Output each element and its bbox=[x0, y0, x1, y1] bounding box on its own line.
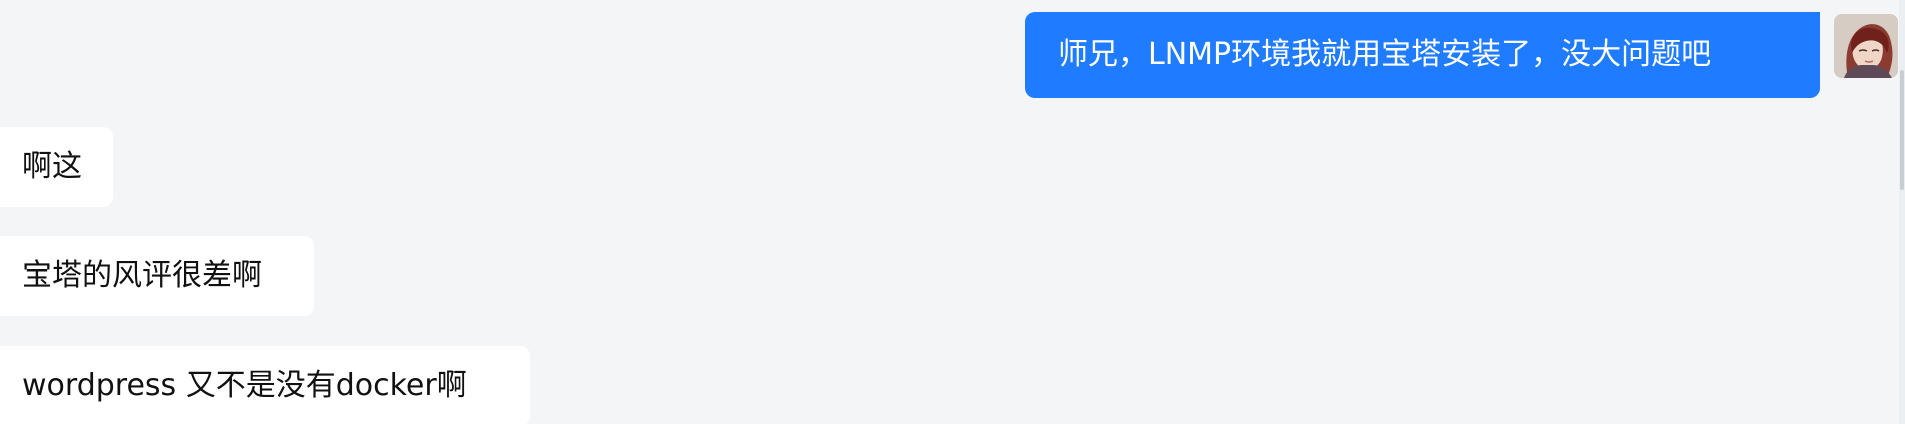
outgoing-message[interactable]: 师兄，LNMP环境我就用宝塔安装了，没大问题吧 bbox=[1025, 12, 1820, 98]
message-text: 啊这 bbox=[22, 149, 82, 184]
incoming-message[interactable]: wordpress 又不是没有docker啊 bbox=[0, 346, 530, 424]
scrollbar-thumb[interactable] bbox=[1900, 70, 1904, 190]
chat-window: 师兄，LNMP环境我就用宝塔安装了，没大问题吧 啊这 宝塔的风评很差啊 word… bbox=[0, 0, 1905, 424]
scrollbar-track[interactable] bbox=[1899, 0, 1905, 424]
avatar[interactable] bbox=[1834, 14, 1898, 78]
incoming-message[interactable]: 宝塔的风评很差啊 bbox=[0, 236, 314, 316]
message-text: 师兄，LNMP环境我就用宝塔安装了，没大问题吧 bbox=[1058, 37, 1712, 72]
incoming-message[interactable]: 啊这 bbox=[0, 127, 113, 207]
message-text: wordpress 又不是没有docker啊 bbox=[22, 368, 467, 403]
message-text: 宝塔的风评很差啊 bbox=[22, 258, 262, 293]
avatar-image bbox=[1834, 14, 1898, 78]
